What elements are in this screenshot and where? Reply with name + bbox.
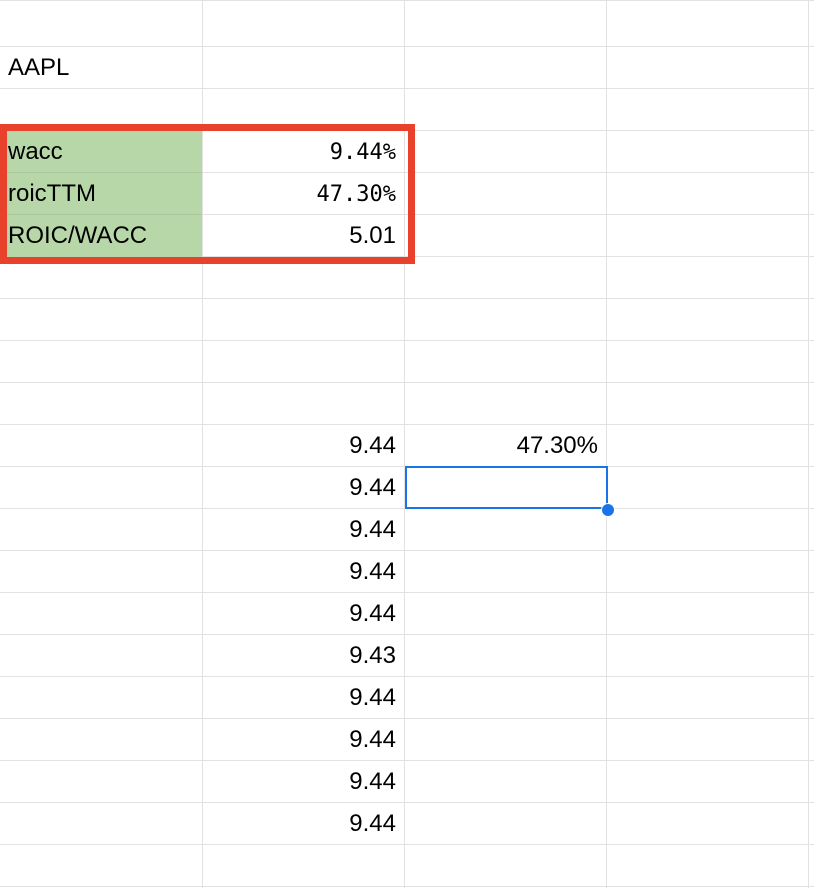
column-b-cell[interactable]: 9.44 [203,467,404,509]
ticker-cell[interactable]: AAPL [0,47,202,89]
spreadsheet-grid[interactable]: AAPL wacc roicTTM ROIC/WACC 9.44% 47.30%… [0,0,814,888]
metric-value-roic[interactable]: 47.30% [203,173,404,215]
column-b-cell[interactable]: 9.44 [203,803,404,845]
column-b-cell[interactable]: 9.44 [203,551,404,593]
label-separator [0,172,202,173]
row-divider [0,0,814,1]
row-divider [0,592,814,593]
row-divider [0,676,814,677]
column-b-cell[interactable]: 9.44 [203,677,404,719]
metric-value-roic-wacc[interactable]: 5.01 [203,215,404,257]
row-divider [0,760,814,761]
row-divider [0,298,814,299]
column-b-cell[interactable]: 9.44 [203,761,404,803]
column-b-cell[interactable]: 9.44 [203,593,404,635]
column-b-cell[interactable]: 9.44 [203,719,404,761]
row-divider [0,340,814,341]
row-divider [0,886,814,887]
label-separator [0,214,202,215]
row-divider [0,844,814,845]
column-divider [606,0,607,888]
metric-label-roic[interactable]: roicTTM [0,173,202,215]
metric-label-wacc[interactable]: wacc [0,131,202,173]
row-divider [0,634,814,635]
metric-value-wacc[interactable]: 9.44% [203,131,404,173]
row-divider [0,718,814,719]
row-divider [0,382,814,383]
fill-handle[interactable] [601,503,615,517]
column-c-cell[interactable]: 47.30% [405,425,606,467]
column-b-cell[interactable]: 9.43 [203,635,404,677]
metric-label-roic-wacc[interactable]: ROIC/WACC [0,215,202,257]
column-b-cell[interactable]: 9.44 [203,425,404,467]
column-b-cell[interactable]: 9.44 [203,509,404,551]
row-divider [0,802,814,803]
row-divider [0,550,814,551]
column-divider [808,0,809,888]
active-cell-selection[interactable] [405,466,608,509]
